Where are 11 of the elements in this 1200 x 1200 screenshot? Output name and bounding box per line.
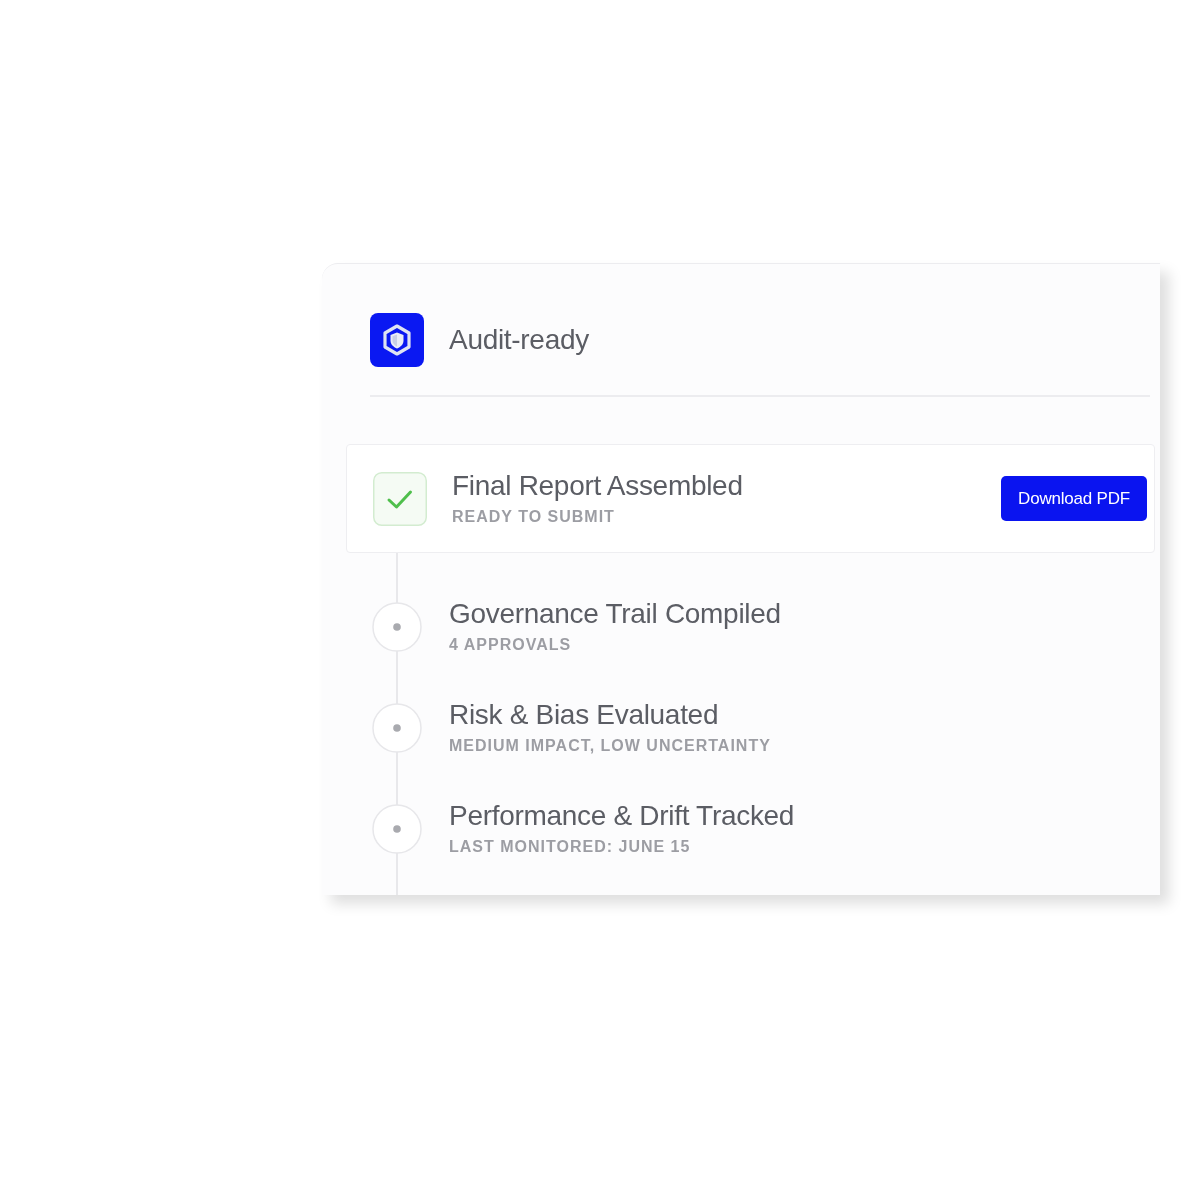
download-button[interactable]: Download PDF [1001,476,1147,521]
shield-icon [370,313,424,367]
step-title: Governance Trail Compiled [449,598,781,630]
step-title: Risk & Bias Evaluated [449,699,719,731]
step-status: LAST MONITORED: JUNE 15 [449,837,691,857]
card-title: Audit-ready [449,324,589,356]
step-title: Final Report Assembled [452,470,743,502]
step-title: Performance & Drift Tracked [449,800,795,832]
step-status: MEDIUM IMPACT, LOW UNCERTAINTY [449,736,771,756]
step-status: 4 APPROVALS [449,635,572,655]
step-status: READY TO SUBMIT [452,507,615,527]
